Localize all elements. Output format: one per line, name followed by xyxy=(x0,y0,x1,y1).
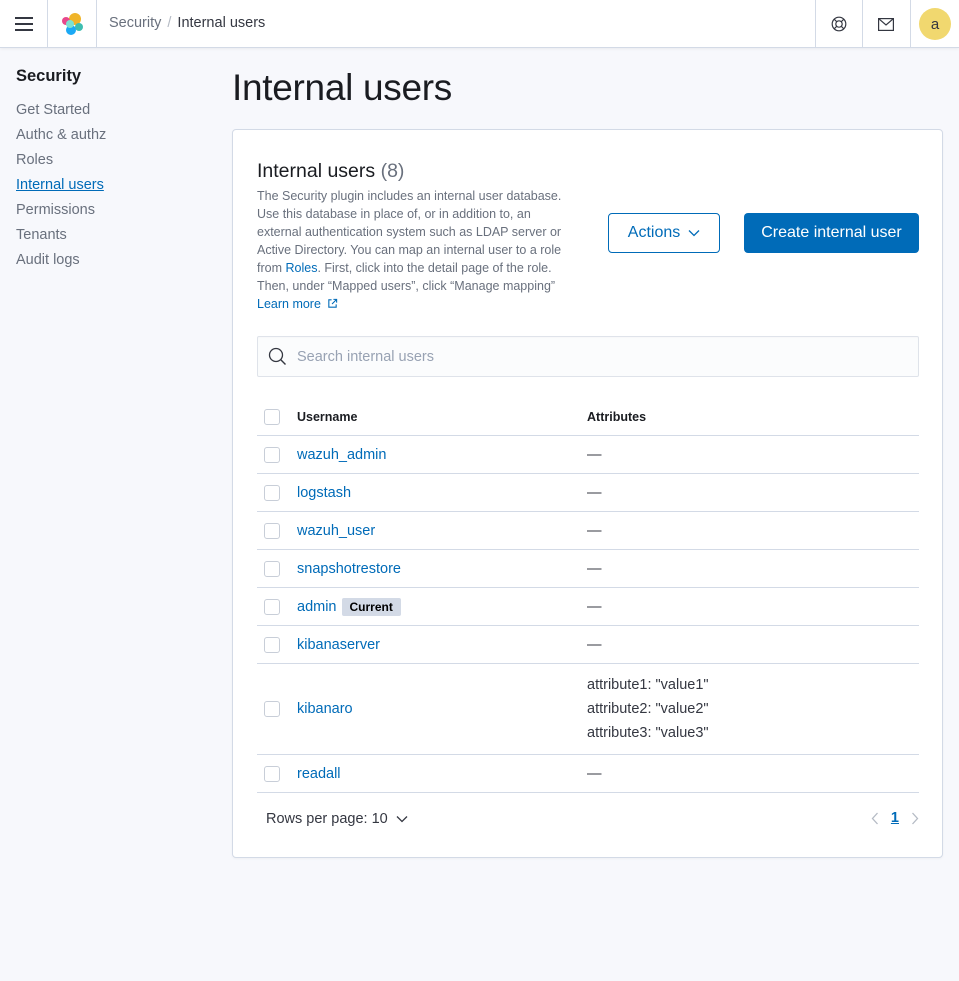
row-checkbox[interactable] xyxy=(264,701,280,717)
users-table: Username Attributes wazuh_admin — logsta… xyxy=(257,398,919,793)
row-checkbox[interactable] xyxy=(264,560,280,577)
attribute-line: attribute2: "value2" xyxy=(587,701,709,717)
table-row: admin Current — xyxy=(257,588,919,626)
table-row: snapshotrestore — xyxy=(257,550,919,588)
row-checkbox[interactable] xyxy=(264,765,280,782)
attributes-column-header: Attributes xyxy=(587,409,647,424)
rows-per-page-label: Rows per page: 10 xyxy=(266,811,388,827)
help-lifebuoy-icon xyxy=(831,16,847,32)
breadcrumb: Security / Internal users xyxy=(109,15,265,31)
breadcrumb-security[interactable]: Security xyxy=(109,15,161,31)
side-nav-title: Security xyxy=(16,67,82,85)
roles-link[interactable]: Roles xyxy=(285,261,317,275)
username-link[interactable]: snapshotrestore xyxy=(297,561,401,577)
panel-heading-text: Internal users xyxy=(257,160,376,182)
table-row: wazuh_admin — xyxy=(257,436,919,474)
chevron-right-icon xyxy=(912,812,919,824)
page-number-button[interactable]: 1 xyxy=(891,810,899,826)
sidebar-item-audit-logs[interactable]: Audit logs xyxy=(16,248,216,273)
row-checkbox[interactable] xyxy=(264,484,280,501)
select-all-cell xyxy=(257,408,297,425)
attribute-line: attribute1: "value1" xyxy=(587,677,709,693)
username-link[interactable]: logstash xyxy=(297,485,351,501)
side-nav: Security Get Started Authc & authz Roles… xyxy=(16,67,216,273)
search-input[interactable] xyxy=(297,337,897,376)
rows-per-page-button[interactable]: Rows per page: 10 xyxy=(266,811,408,827)
newsfeed-button[interactable] xyxy=(862,0,909,48)
panel-heading: Internal users (8) xyxy=(257,160,404,183)
attributes-cell: — xyxy=(587,598,602,615)
sidebar-item-tenants[interactable]: Tenants xyxy=(16,223,216,248)
search-field[interactable] xyxy=(257,336,919,377)
username-column-header[interactable]: Username xyxy=(297,410,587,424)
internal-users-panel: Internal users (8) The Security plugin i… xyxy=(232,129,943,858)
learn-more-link[interactable]: Learn more xyxy=(257,297,338,311)
table-row: logstash — xyxy=(257,474,919,512)
sidebar-item-get-started[interactable]: Get Started xyxy=(16,98,216,123)
table-header: Username Attributes xyxy=(257,398,919,436)
avatar: a xyxy=(919,8,951,40)
attributes-cell: — xyxy=(587,446,602,463)
search-icon xyxy=(268,347,286,365)
current-user-badge: Current xyxy=(341,597,401,616)
row-checkbox[interactable] xyxy=(264,446,280,463)
username-link[interactable]: kibanaro xyxy=(297,701,353,717)
sidebar-item-authc-authz[interactable]: Authc & authz xyxy=(16,123,216,148)
user-count: (8) xyxy=(380,160,405,182)
breadcrumb-internal-users: Internal users xyxy=(177,15,266,31)
username-link[interactable]: wazuh_user xyxy=(297,523,375,539)
row-checkbox[interactable] xyxy=(264,636,280,653)
sidebar-item-roles[interactable]: Roles xyxy=(16,148,216,173)
username-link[interactable]: admin xyxy=(297,599,337,615)
actions-label: Actions xyxy=(627,224,681,241)
app-logo[interactable] xyxy=(48,0,97,48)
hamburger-icon xyxy=(14,17,33,31)
username-link[interactable]: wazuh_admin xyxy=(297,447,386,463)
actions-button[interactable]: Actions xyxy=(608,213,720,253)
attributes-cell: — xyxy=(587,765,602,782)
logo-icon xyxy=(62,13,83,35)
mail-icon xyxy=(878,17,894,31)
learn-more-label: Learn more xyxy=(257,297,321,311)
username-link[interactable]: kibanaserver xyxy=(297,637,380,653)
table-row: wazuh_user — xyxy=(257,512,919,550)
attributes-cell: — xyxy=(587,484,602,501)
sidebar-item-internal-users[interactable]: Internal users xyxy=(16,173,216,198)
chevron-down-icon xyxy=(396,816,408,823)
panel-description: The Security plugin includes an internal… xyxy=(257,187,569,313)
pagination-bar: Rows per page: 10 1 xyxy=(257,806,919,836)
table-row: readall — xyxy=(257,755,919,793)
chevron-left-icon xyxy=(871,812,878,824)
attribute-line: attribute3: "value3" xyxy=(587,725,709,741)
pager: 1 xyxy=(871,810,919,826)
table-row: kibanaro attribute1: "value1" attribute2… xyxy=(257,664,919,755)
page-title: Internal users xyxy=(232,67,452,108)
breadcrumb-separator: / xyxy=(167,15,172,31)
chevron-down-icon xyxy=(688,230,700,237)
menu-toggle-button[interactable] xyxy=(0,0,48,48)
attributes-cell: attribute1: "value1" attribute2: "value2… xyxy=(587,673,919,745)
select-all-checkbox[interactable] xyxy=(264,408,280,425)
help-button[interactable] xyxy=(815,0,862,48)
top-header: Security / Internal users a xyxy=(0,0,959,48)
attributes-cell: — xyxy=(587,522,602,539)
sidebar-item-permissions[interactable]: Permissions xyxy=(16,198,216,223)
attributes-cell: — xyxy=(587,636,602,653)
previous-page-button[interactable] xyxy=(871,812,879,825)
next-page-button[interactable] xyxy=(911,812,919,825)
row-checkbox[interactable] xyxy=(264,522,280,539)
create-internal-user-label: Create internal user xyxy=(761,224,902,241)
table-row: kibanaserver — xyxy=(257,626,919,664)
external-link-icon xyxy=(328,298,338,308)
row-checkbox[interactable] xyxy=(264,598,280,615)
user-menu-button[interactable]: a xyxy=(910,0,959,48)
username-link[interactable]: readall xyxy=(297,766,341,782)
create-internal-user-button[interactable]: Create internal user xyxy=(744,213,919,253)
attributes-cell: — xyxy=(587,560,602,577)
